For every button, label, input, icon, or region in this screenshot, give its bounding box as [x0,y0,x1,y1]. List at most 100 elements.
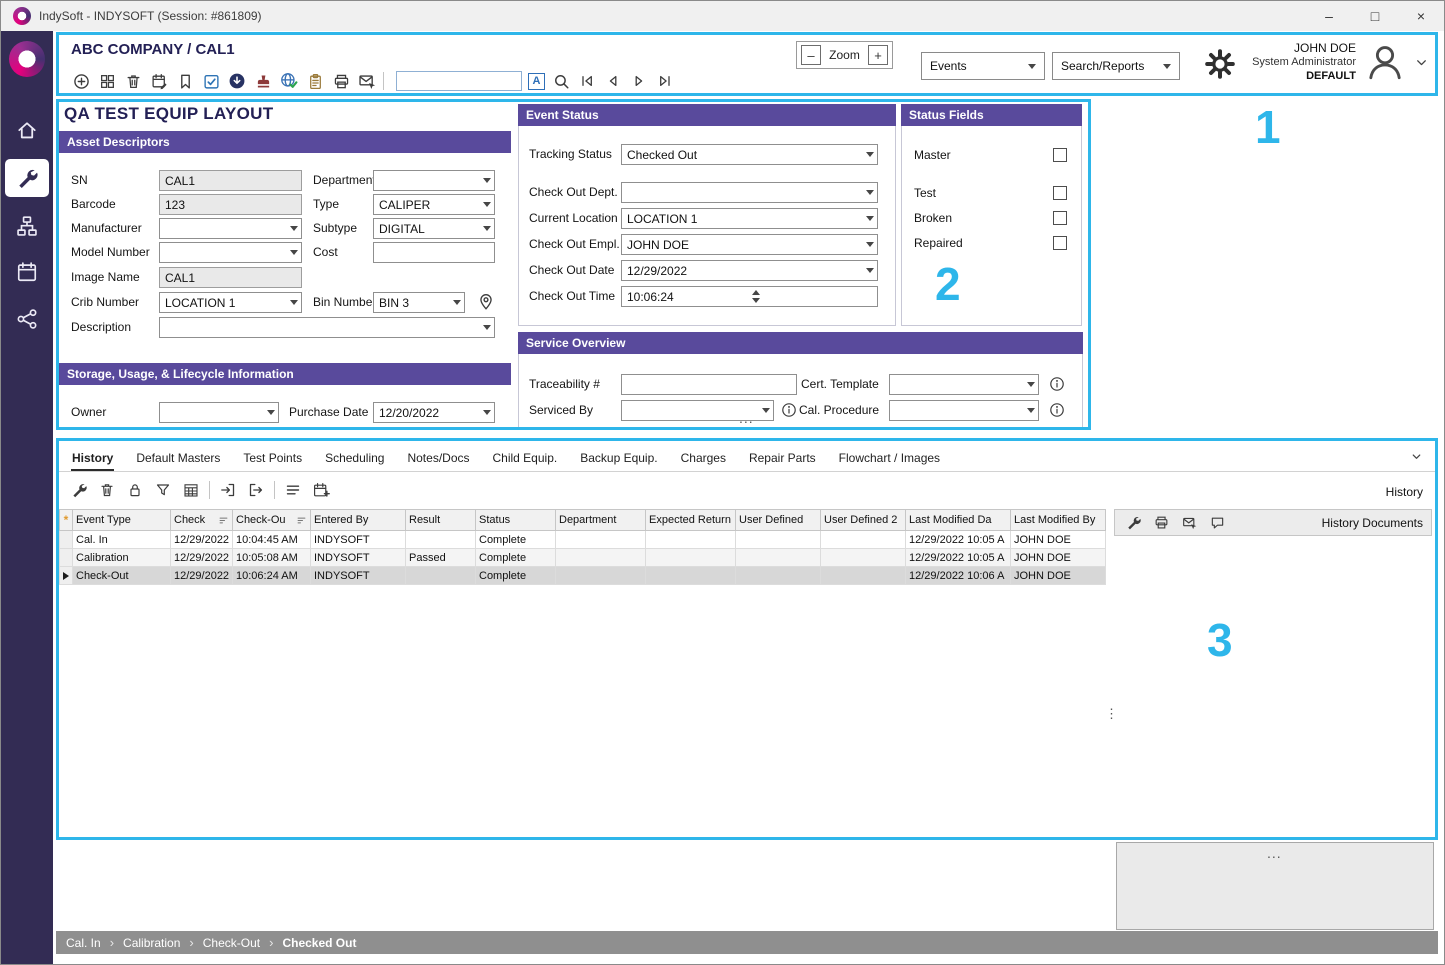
column-header-check-out-time[interactable]: Check-Ou [233,509,311,531]
user-menu[interactable]: JOHN DOE System Administrator DEFAULT [1252,41,1429,84]
column-header-user-defined-2[interactable]: User Defined 2 [821,509,906,531]
tab-default-masters[interactable]: Default Masters [135,444,221,471]
column-header-last-modified-by[interactable]: Last Modified By [1011,509,1106,531]
column-header-event-type[interactable]: Event Type [73,509,171,531]
purchase-date-field[interactable]: 12/20/2022 [373,402,495,423]
cal-procedure-select[interactable] [889,400,1039,421]
column-header-status[interactable]: Status [476,509,556,531]
test-checkbox[interactable] [1053,186,1067,200]
nav-prev-button[interactable] [603,71,623,91]
column-header-department[interactable]: Department [556,509,646,531]
image-name-field[interactable]: CAL1 [159,267,302,288]
splitter-handle[interactable]: ... [739,410,754,426]
date-grid-icon[interactable] [181,480,201,500]
search-reports-select[interactable]: Search/Reports [1052,52,1180,80]
settings-gear-icon[interactable] [1203,47,1237,81]
mail-icon[interactable] [1179,513,1199,533]
wrench-icon[interactable] [1123,513,1143,533]
time-spinner-icon[interactable] [752,290,874,303]
import-icon[interactable] [218,480,238,500]
repaired-checkbox[interactable] [1053,236,1067,250]
share-icon[interactable] [16,308,38,330]
wrench-icon[interactable] [69,480,89,500]
check-out-time-stepper[interactable]: 10:06:24 [621,286,878,307]
list-icon[interactable] [283,480,303,500]
subtype-select[interactable]: DIGITAL [373,218,495,239]
type-select[interactable]: CALIPER [373,194,495,215]
search-input[interactable] [396,71,522,91]
bin-number-select[interactable]: BIN 3 [373,292,465,313]
edit-event-icon[interactable] [149,71,169,91]
model-number-select[interactable] [159,242,302,263]
delete-icon[interactable] [123,71,143,91]
master-checkbox[interactable] [1053,148,1067,162]
column-header-result[interactable]: Result [406,509,476,531]
zoom-in-button[interactable]: + [868,45,888,65]
vertical-splitter-handle[interactable]: ⋮ [1105,707,1118,720]
nav-last-button[interactable] [655,71,675,91]
manufacturer-select[interactable] [159,218,302,239]
add-event-icon[interactable] [311,480,331,500]
check-in-icon[interactable] [227,71,247,91]
broken-checkbox[interactable] [1053,211,1067,225]
comment-icon[interactable] [1207,513,1227,533]
tab-repair-parts[interactable]: Repair Parts [748,444,817,471]
barcode-field[interactable]: 123 [159,194,302,215]
cert-template-select[interactable] [889,374,1039,395]
match-case-icon[interactable]: A [528,73,545,90]
chevron-down-icon[interactable] [1414,55,1429,70]
search-icon[interactable] [551,71,571,91]
key-column-header[interactable]: * [59,509,73,531]
sitemap-icon[interactable] [16,215,38,237]
column-header-check-date[interactable]: Check [171,509,233,531]
tab-history[interactable]: History [71,444,114,471]
column-header-user-defined[interactable]: User Defined [736,509,821,531]
send-mail-icon[interactable] [357,71,377,91]
layout-grid-icon[interactable] [97,71,117,91]
stamp-icon[interactable] [253,71,273,91]
print-icon[interactable] [331,71,351,91]
minimize-button[interactable]: – [1306,1,1352,31]
tracking-status-select[interactable]: Checked Out [621,144,878,165]
tab-child-equip[interactable]: Child Equip. [492,444,559,471]
info-icon[interactable] [781,402,797,418]
print-icon[interactable] [1151,513,1171,533]
nav-next-button[interactable] [629,71,649,91]
tab-flowchart-images[interactable]: Flowchart / Images [838,444,941,471]
crib-number-select[interactable]: LOCATION 1 [159,292,302,313]
maximize-button[interactable]: □ [1352,1,1398,31]
check-out-dept-select[interactable] [621,182,878,203]
chevron-down-icon[interactable] [1410,450,1423,463]
info-icon[interactable] [1049,402,1065,418]
check-out-empl-select[interactable]: JOHN DOE [621,234,878,255]
tab-scheduling[interactable]: Scheduling [324,444,385,471]
bookmark-icon[interactable] [175,71,195,91]
current-location-select[interactable]: LOCATION 1 [621,208,878,229]
close-button[interactable]: × [1398,1,1444,31]
traceability-field[interactable] [621,374,797,395]
sn-field[interactable]: CAL1 [159,170,302,191]
tab-charges[interactable]: Charges [680,444,727,471]
tools-icon[interactable] [5,159,49,197]
cost-field[interactable] [373,242,495,263]
clipboard-icon[interactable] [305,71,325,91]
tab-notes-docs[interactable]: Notes/Docs [406,444,470,471]
table-row[interactable]: Cal. In 12/29/2022 10:04:45 AM INDYSOFT … [59,531,1106,549]
department-select[interactable] [373,170,495,191]
tab-test-points[interactable]: Test Points [242,444,303,471]
events-select[interactable]: Events [921,52,1045,80]
globe-check-icon[interactable] [279,71,299,91]
tab-backup-equip[interactable]: Backup Equip. [579,444,658,471]
column-header-last-modified-date[interactable]: Last Modified Da [906,509,1011,531]
check-out-date-select[interactable]: 12/29/2022 [621,260,878,281]
column-header-expected-return[interactable]: Expected Return [646,509,736,531]
splitter-handle[interactable]: ... [1267,845,1282,861]
export-icon[interactable] [246,480,266,500]
column-header-entered-by[interactable]: Entered By [311,509,406,531]
filter-icon[interactable] [153,480,173,500]
edit-check-icon[interactable] [201,71,221,91]
description-select[interactable] [159,317,495,338]
home-icon[interactable] [16,119,38,141]
table-row[interactable]: Calibration 12/29/2022 10:05:08 AM INDYS… [59,549,1106,567]
owner-select[interactable] [159,402,279,423]
